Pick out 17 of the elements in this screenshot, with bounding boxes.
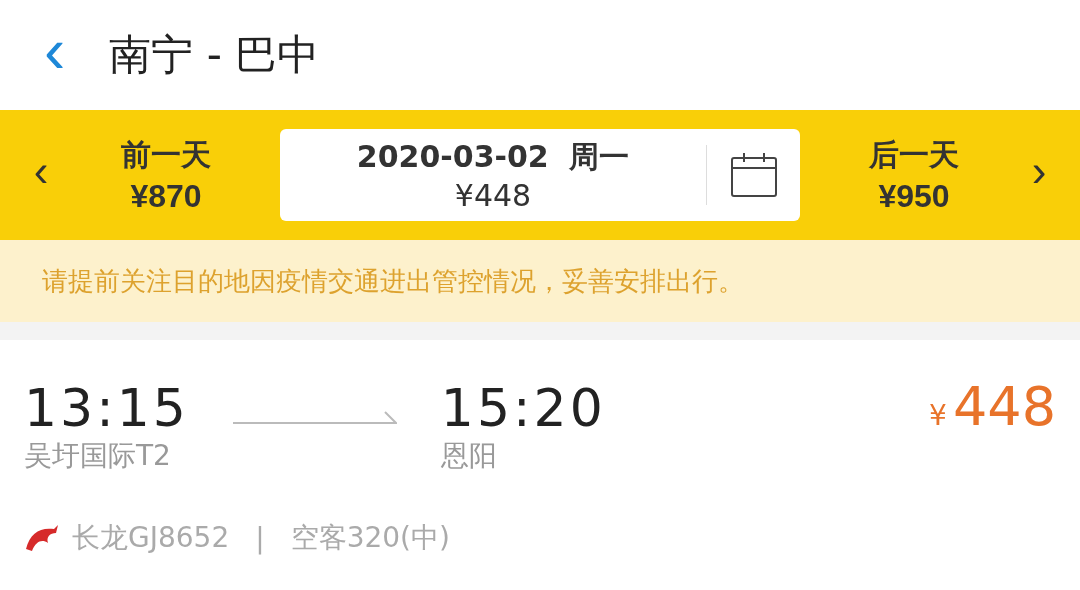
arrival-time: 15:20 [440, 380, 606, 438]
next-day-button[interactable]: 后一天 ¥950 [804, 134, 1024, 216]
departure-airport: 吴圩国际T2 [24, 438, 172, 475]
flight-price: ¥448 [929, 380, 1056, 434]
current-price: ¥448 [454, 178, 532, 213]
arrival-airport: 恩阳 [440, 438, 498, 475]
dragon-logo-icon [24, 523, 60, 554]
calendar-icon [729, 152, 778, 198]
aircraft-type: 空客320(中) [290, 520, 450, 557]
previous-day-button[interactable]: 前一天 ¥870 [56, 134, 276, 216]
back-button[interactable]: ‹ [40, 18, 70, 92]
page-title: 南宁 - 巴中 [109, 29, 320, 81]
current-date: 2020-03-02 周一 [356, 138, 630, 176]
flight-number: 长龙GJ8652 [72, 520, 230, 557]
departure-time: 13:15 [24, 380, 189, 438]
notice-text: 请提前关注目的地因疫情交通进出管控情况，妥善安排出行。 [42, 264, 744, 298]
separator: | [255, 521, 265, 555]
